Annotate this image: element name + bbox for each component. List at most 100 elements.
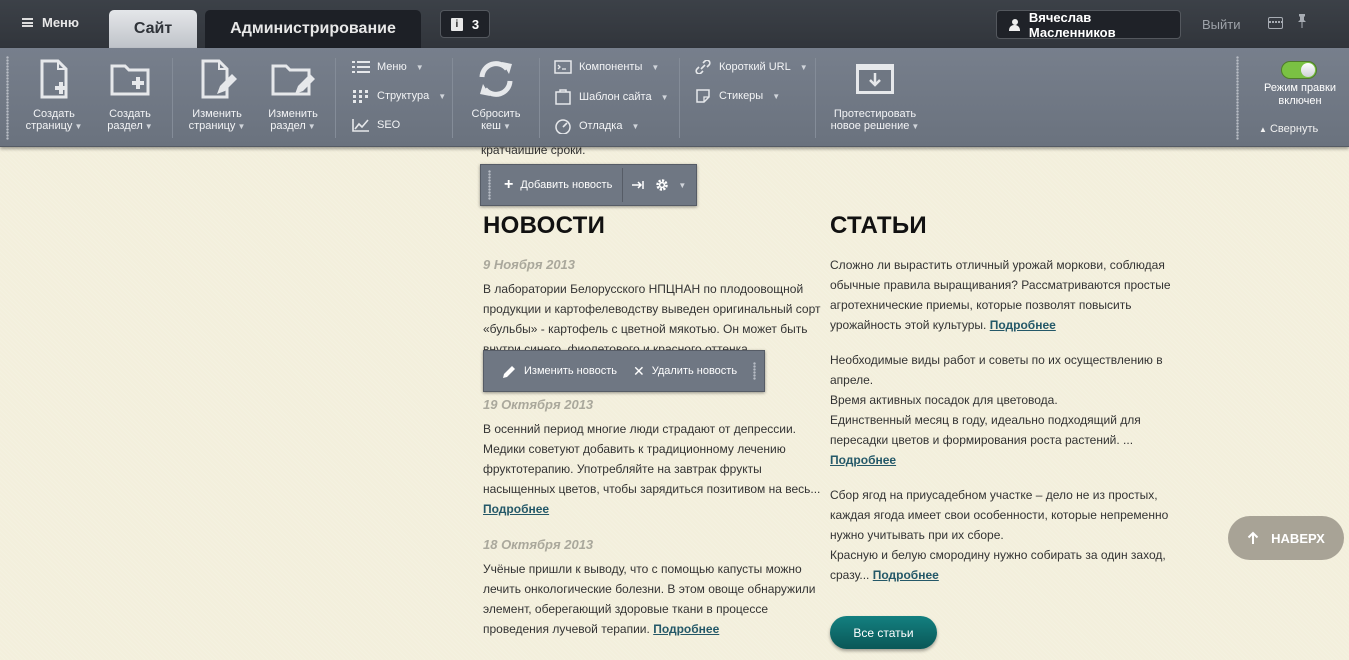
edit-mode-label-1: Режим правки	[1264, 82, 1336, 94]
toolbar-grip-right[interactable]	[1236, 56, 1239, 140]
menu-dropdown[interactable]: Меню ▼	[352, 60, 424, 74]
edit-news-button[interactable]: Изменить новость	[502, 364, 617, 379]
edit-section-label-1: Изменить	[268, 108, 318, 120]
panel-divider	[622, 168, 624, 202]
articles-heading: СТАТЬИ	[830, 212, 927, 239]
user-icon	[1009, 18, 1020, 31]
article-more-link[interactable]: Подробнее	[990, 318, 1056, 332]
article-more-link[interactable]: Подробнее	[830, 453, 896, 467]
article-text: Необходимые виды работ и советы по их ос…	[830, 350, 1175, 470]
menu-label: Меню	[42, 15, 80, 30]
edit-page-icon	[201, 59, 237, 99]
news-date: 19 Октября 2013	[483, 397, 594, 412]
notifications-count: 3	[471, 16, 480, 32]
reset-cache-button[interactable]: Сбросить кеш ▼	[464, 58, 528, 133]
all-articles-button[interactable]: Все статьи	[830, 616, 937, 649]
edit-mode-label-2: включен	[1278, 95, 1322, 107]
structure-dropdown[interactable]: Структура ▼	[352, 89, 446, 103]
refresh-icon	[479, 61, 513, 97]
create-page-label-2: страницу	[25, 120, 73, 132]
close-icon: ✕	[632, 362, 645, 379]
panel-grip[interactable]	[753, 362, 757, 380]
edit-page-label-2: страницу	[188, 120, 236, 132]
new-page-icon	[40, 59, 68, 99]
create-section-button[interactable]: Создать раздел ▼	[99, 58, 161, 133]
news-text-body: Учёные пришли к выводу, что с помощью ка…	[483, 562, 816, 636]
pin-right-icon	[632, 181, 645, 189]
add-news-label: Добавить новость	[520, 179, 613, 191]
scroll-to-top-button[interactable]: НАВЕРХ	[1228, 516, 1344, 560]
article-text: Сложно ли вырастить отличный урожай морк…	[830, 255, 1175, 335]
debug-label: Отладка	[579, 120, 623, 132]
components-dropdown[interactable]: Компоненты ▼	[554, 60, 659, 74]
edit-page-label-1: Изменить	[192, 108, 242, 120]
test-solution-label-2: новое решение	[830, 120, 910, 132]
chart-icon	[352, 119, 369, 132]
seo-label: SEO	[377, 119, 401, 131]
gear-icon	[656, 179, 669, 191]
top-bar: Меню Сайт Администрирование i 3 Вячеслав…	[0, 0, 1349, 48]
delete-news-button[interactable]: ✕ Удалить новость	[633, 363, 737, 380]
test-solution-button[interactable]: Протестировать новое решение ▼	[826, 58, 924, 133]
edit-page-button[interactable]: Изменить страницу ▼	[184, 58, 250, 133]
toolbar-grip[interactable]	[6, 56, 9, 140]
toolbar-divider	[679, 58, 680, 138]
menu-button[interactable]: Меню	[22, 15, 79, 30]
collapse-label: Свернуть	[1269, 123, 1319, 135]
keyboard-icon[interactable]	[1268, 17, 1283, 29]
reset-cache-label-2: кеш	[481, 120, 501, 132]
list-icon	[352, 61, 370, 73]
news-text: Учёные пришли к выводу, что с помощью ка…	[483, 559, 823, 639]
news-more-link[interactable]: Подробнее	[483, 502, 549, 516]
notifications-button[interactable]: i 3	[440, 10, 490, 38]
create-page-label-1: Создать	[33, 108, 75, 120]
components-icon	[554, 60, 572, 74]
article-text-body: Необходимые виды работ и советы по их ос…	[830, 353, 1163, 447]
collapse-button[interactable]: ▲ Свернуть	[1259, 123, 1318, 135]
caret-up-icon: ▲	[1259, 125, 1267, 134]
tab-administration[interactable]: Администрирование	[205, 10, 421, 48]
pin-component-button[interactable]	[631, 180, 645, 190]
create-section-label-2: раздел	[107, 120, 143, 132]
site-template-dropdown[interactable]: Шаблон сайта ▼	[554, 89, 669, 105]
grid-icon	[353, 90, 368, 103]
news-more-link[interactable]: Подробнее	[653, 622, 719, 636]
edit-section-button[interactable]: Изменить раздел ▼	[262, 58, 324, 133]
toolbar-divider	[335, 58, 336, 138]
create-section-label-1: Создать	[109, 108, 151, 120]
create-page-button[interactable]: Создать страницу ▼	[21, 58, 87, 133]
seo-button[interactable]: SEO	[352, 118, 400, 132]
menu-dropdown-label: Меню	[377, 61, 407, 73]
news-text-body: В лаборатории Белорусского НПЦНАН по пло…	[483, 282, 821, 351]
edit-folder-icon	[271, 64, 315, 96]
admin-toolbar: Создать страницу ▼ Создать раздел ▼ Измени…	[0, 48, 1349, 147]
logout-link[interactable]: Выйти	[1202, 17, 1241, 32]
news-date: 18 Октября 2013	[483, 537, 594, 552]
site-template-label: Шаблон сайта	[579, 91, 652, 103]
toolbar-divider	[172, 58, 173, 138]
news-date: 9 Ноября 2013	[483, 257, 576, 272]
edit-mode-toggle[interactable]	[1281, 61, 1317, 79]
news-heading: НОВОСТИ	[483, 212, 606, 239]
pin-icon[interactable]	[1296, 13, 1308, 31]
user-button[interactable]: Вячеслав Масленников	[996, 9, 1181, 40]
panel-grip[interactable]	[488, 170, 491, 200]
news-list-edit-panel: + Добавить новость ▼	[480, 164, 697, 206]
tab-site[interactable]: Сайт	[109, 10, 197, 48]
stickers-label: Стикеры	[719, 90, 764, 102]
template-icon	[555, 89, 571, 105]
info-icon: i	[450, 17, 463, 31]
news-item-edit-panel: Изменить новость ✕ Удалить новость	[483, 350, 765, 392]
user-name: Вячеслав Масленников	[1028, 9, 1116, 40]
stickers-dropdown[interactable]: Стикеры ▼	[694, 89, 780, 103]
add-news-button[interactable]: + Добавить новость	[504, 176, 612, 194]
toolbar-divider	[452, 58, 453, 138]
scroll-to-top-label: НАВЕРХ	[1271, 530, 1325, 546]
debug-dropdown[interactable]: Отладка ▼	[554, 118, 639, 134]
hamburger-icon	[22, 18, 33, 27]
short-url-dropdown[interactable]: Короткий URL ▼	[694, 60, 808, 74]
chevron-down-icon: ▼	[678, 180, 687, 190]
component-settings-button[interactable]: ▼	[655, 178, 686, 192]
new-folder-icon	[110, 64, 150, 96]
article-more-link[interactable]: Подробнее	[873, 568, 939, 582]
